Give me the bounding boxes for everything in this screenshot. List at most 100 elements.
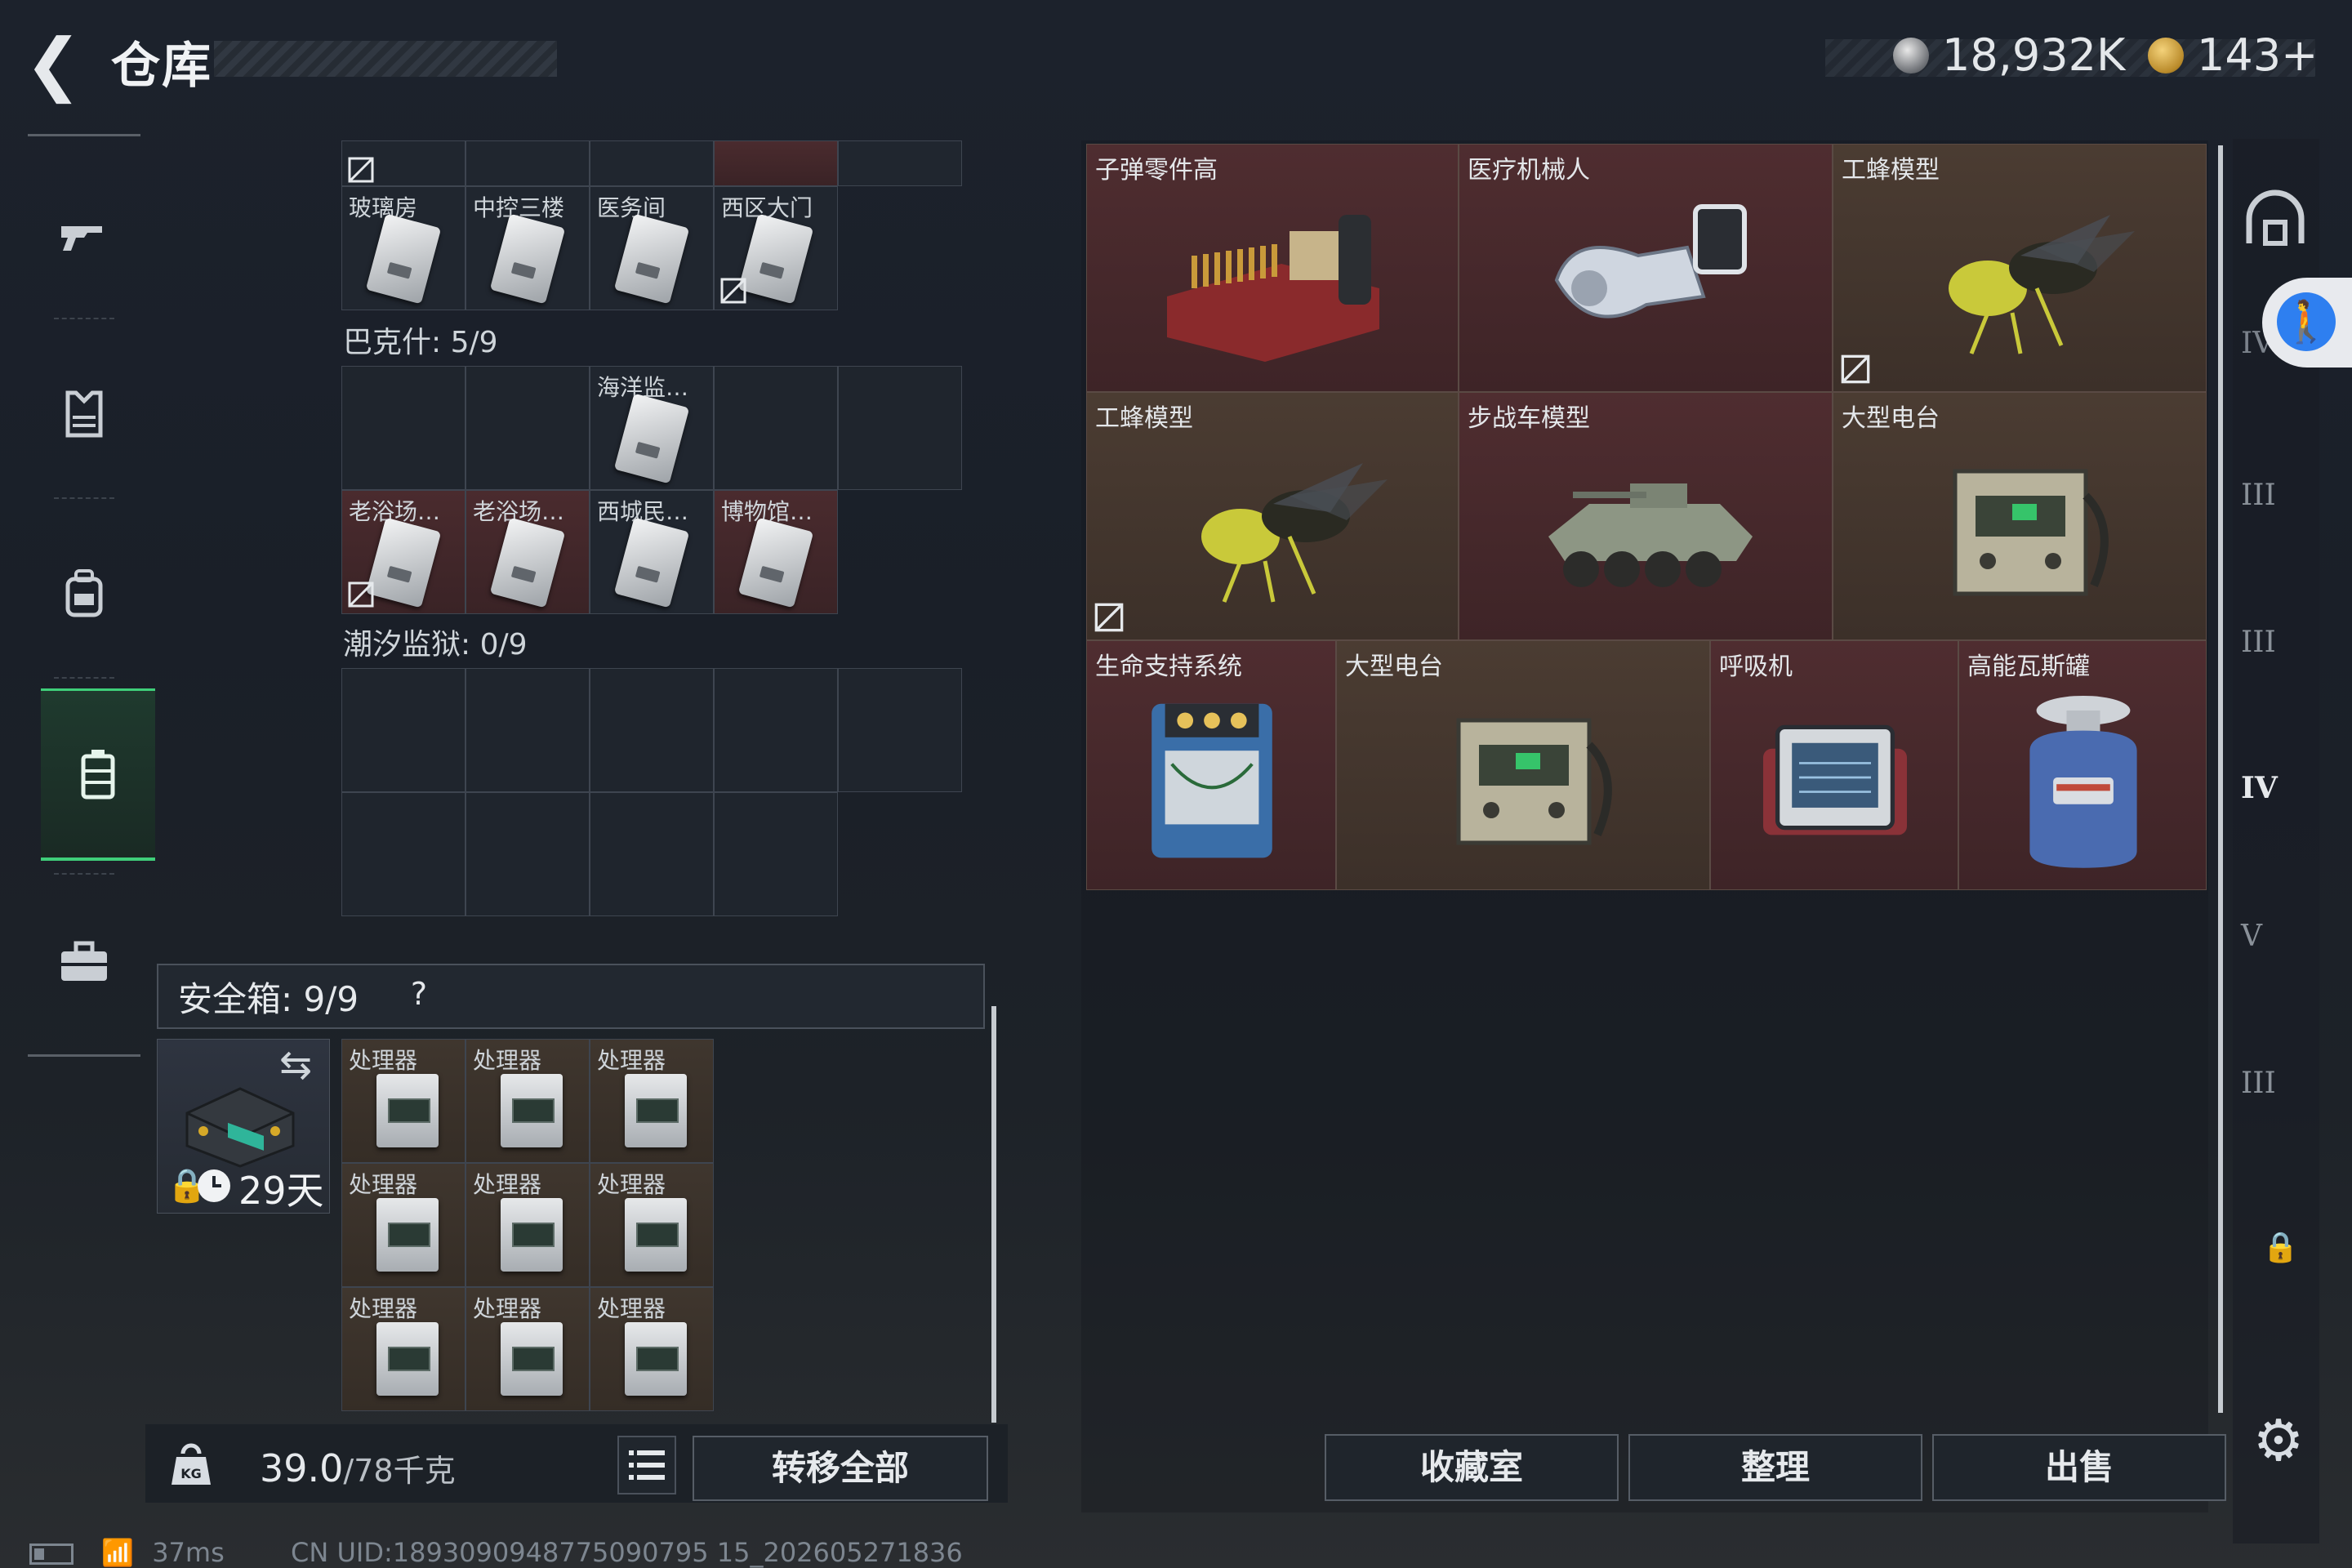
ifv-icon — [1524, 429, 1769, 628]
keycard-item[interactable]: 西区大门 — [714, 186, 838, 310]
keycard-icon — [489, 213, 566, 305]
empty-slot[interactable] — [714, 668, 838, 792]
item-label: 工蜂模型 — [1095, 404, 1193, 433]
processor-icon — [376, 1322, 439, 1396]
gear-icon[interactable]: ⚙ — [2246, 1408, 2311, 1473]
empty-slot[interactable] — [341, 668, 466, 792]
safe-box-grid-row2: 处理器 处理器 处理器 处理器 处理器 处理器 — [341, 1163, 714, 1411]
processor-item[interactable]: 处理器 — [466, 1039, 590, 1163]
empty-slot[interactable] — [466, 366, 590, 490]
nav-rig-active[interactable] — [41, 688, 155, 861]
empty-slot[interactable] — [466, 792, 590, 916]
weight-max: /78千克 — [343, 1453, 456, 1489]
gold-coin-icon — [2148, 38, 2184, 74]
item-label: 呼吸机 — [1719, 653, 1793, 681]
tier-v-camera-icon[interactable]: V — [2241, 920, 2310, 988]
processor-item[interactable]: 处理器 — [590, 1163, 714, 1287]
inventory-item-life-support[interactable]: 生命支持系统 — [1086, 640, 1336, 890]
stash-slot[interactable] — [466, 140, 590, 186]
inventory-item-robot-arm[interactable]: 医疗机械人 — [1459, 144, 1833, 392]
transfer-all-button[interactable]: 转移全部 — [693, 1436, 988, 1501]
keycard-item[interactable]: 博物馆… — [714, 490, 838, 614]
empty-slot[interactable] — [838, 668, 962, 792]
inventory-item-ammo-crate[interactable]: 子弹零件高 — [1086, 144, 1459, 392]
swap-icon[interactable]: ⇆ — [279, 1042, 312, 1088]
keycard-icon — [489, 517, 566, 608]
keycard-item[interactable]: 老浴场… — [341, 490, 466, 614]
processor-item[interactable]: 处理器 — [466, 1287, 590, 1411]
tier-iii-vehicle-2-icon[interactable]: III — [2241, 1067, 2310, 1135]
silver-coin-icon — [1893, 38, 1929, 74]
item-label: 处理器 — [473, 1047, 542, 1074]
empty-slot[interactable] — [838, 366, 962, 490]
inventory-item-ifv[interactable]: 步战车模型 — [1459, 392, 1833, 640]
keycard-item[interactable]: 海洋监… — [590, 366, 714, 490]
section-label-bakeshi: 巴克什: 5/9 — [343, 326, 498, 359]
empty-slot[interactable] — [590, 792, 714, 916]
no-insure-icon — [720, 278, 746, 304]
inventory-scrollbar[interactable] — [2218, 145, 2223, 1413]
accessibility-button[interactable]: 🚶 — [2262, 278, 2352, 368]
keycard-item[interactable]: 医务间 — [590, 186, 714, 310]
empty-slot[interactable] — [714, 792, 838, 916]
empty-slot[interactable] — [466, 668, 590, 792]
currency-silver-value[interactable]: 18,932K — [1942, 29, 2125, 81]
nav-case[interactable] — [28, 881, 140, 1045]
nav-armor[interactable] — [28, 332, 140, 496]
inventory-item-radio[interactable]: 大型电台 — [1336, 640, 1710, 890]
inventory-item-gas-tank[interactable]: 高能瓦斯罐 — [1958, 640, 2207, 890]
inventory-item-wasp[interactable]: 工蜂模型 — [1086, 392, 1459, 640]
keycard-item[interactable]: 玻璃房 — [341, 186, 466, 310]
processor-item[interactable]: 处理器 — [466, 1163, 590, 1287]
keycard-item[interactable]: 西城民… — [590, 490, 714, 614]
processor-item[interactable]: 处理器 — [341, 1287, 466, 1411]
weight-current: 39.0 — [260, 1446, 344, 1490]
sell-button[interactable]: 出售 — [1932, 1434, 2226, 1501]
processor-icon — [625, 1198, 687, 1272]
nav-weapons[interactable] — [28, 154, 140, 318]
section-label-tidal-prison: 潮汐监狱: 0/9 — [343, 628, 528, 662]
radio-icon — [1401, 677, 1646, 878]
processor-item[interactable]: 处理器 — [590, 1039, 714, 1163]
processor-item[interactable]: 处理器 — [590, 1287, 714, 1411]
wasp-icon — [1898, 180, 2143, 380]
processor-icon — [501, 1322, 563, 1396]
empty-slot[interactable] — [341, 792, 466, 916]
page-title: 仓库 — [111, 38, 212, 95]
rig-icon — [81, 750, 115, 800]
tier-iv-camera-icon[interactable]: IV — [2241, 771, 2310, 840]
stash-scrollbar[interactable] — [991, 1006, 996, 1423]
nav-backpack[interactable] — [28, 512, 140, 675]
stash-slot[interactable] — [838, 140, 962, 186]
currency-gold-value[interactable]: 143+ — [2197, 29, 2318, 81]
robot-arm-icon — [1524, 180, 1769, 380]
organize-button[interactable]: 整理 — [1628, 1434, 1922, 1501]
inventory-item-wasp[interactable]: 工蜂模型 — [1833, 144, 2207, 392]
item-label: 处理器 — [597, 1171, 666, 1198]
item-label: 处理器 — [349, 1047, 418, 1074]
stash-slot[interactable] — [590, 140, 714, 186]
item-label: 处理器 — [349, 1295, 418, 1322]
inventory-item-ventilator[interactable]: 呼吸机 — [1710, 640, 1958, 890]
empty-slot[interactable] — [341, 366, 466, 490]
empty-slot[interactable] — [714, 366, 838, 490]
processor-item[interactable]: 处理器 — [341, 1039, 466, 1163]
stash-slot[interactable] — [341, 140, 466, 186]
processor-item[interactable]: 处理器 — [341, 1163, 466, 1287]
inventory-item-radio[interactable]: 大型电台 — [1833, 392, 2207, 640]
back-button[interactable]: ❮ — [24, 29, 90, 98]
stash-slot[interactable] — [714, 140, 838, 186]
tier-iii-armor-icon[interactable]: III — [2241, 479, 2310, 547]
uid-text: CN UID:1893090948775090795 15_2026052718… — [291, 1537, 963, 1568]
keycard-item[interactable]: 老浴场… — [466, 490, 590, 614]
processor-icon — [625, 1074, 687, 1147]
dome-icon[interactable] — [2241, 186, 2310, 255]
collection-room-button[interactable]: 收藏室 — [1325, 1434, 1619, 1501]
empty-slot[interactable] — [590, 668, 714, 792]
tier-iii-vehicle-icon[interactable]: III — [2241, 626, 2310, 694]
help-button[interactable]: ? — [399, 973, 439, 1014]
list-view-button[interactable] — [617, 1436, 676, 1494]
keycard-item[interactable]: 中控三楼 — [466, 186, 590, 310]
processor-icon — [625, 1322, 687, 1396]
safe-box-label: 安全箱: 9/9 — [178, 979, 359, 1019]
